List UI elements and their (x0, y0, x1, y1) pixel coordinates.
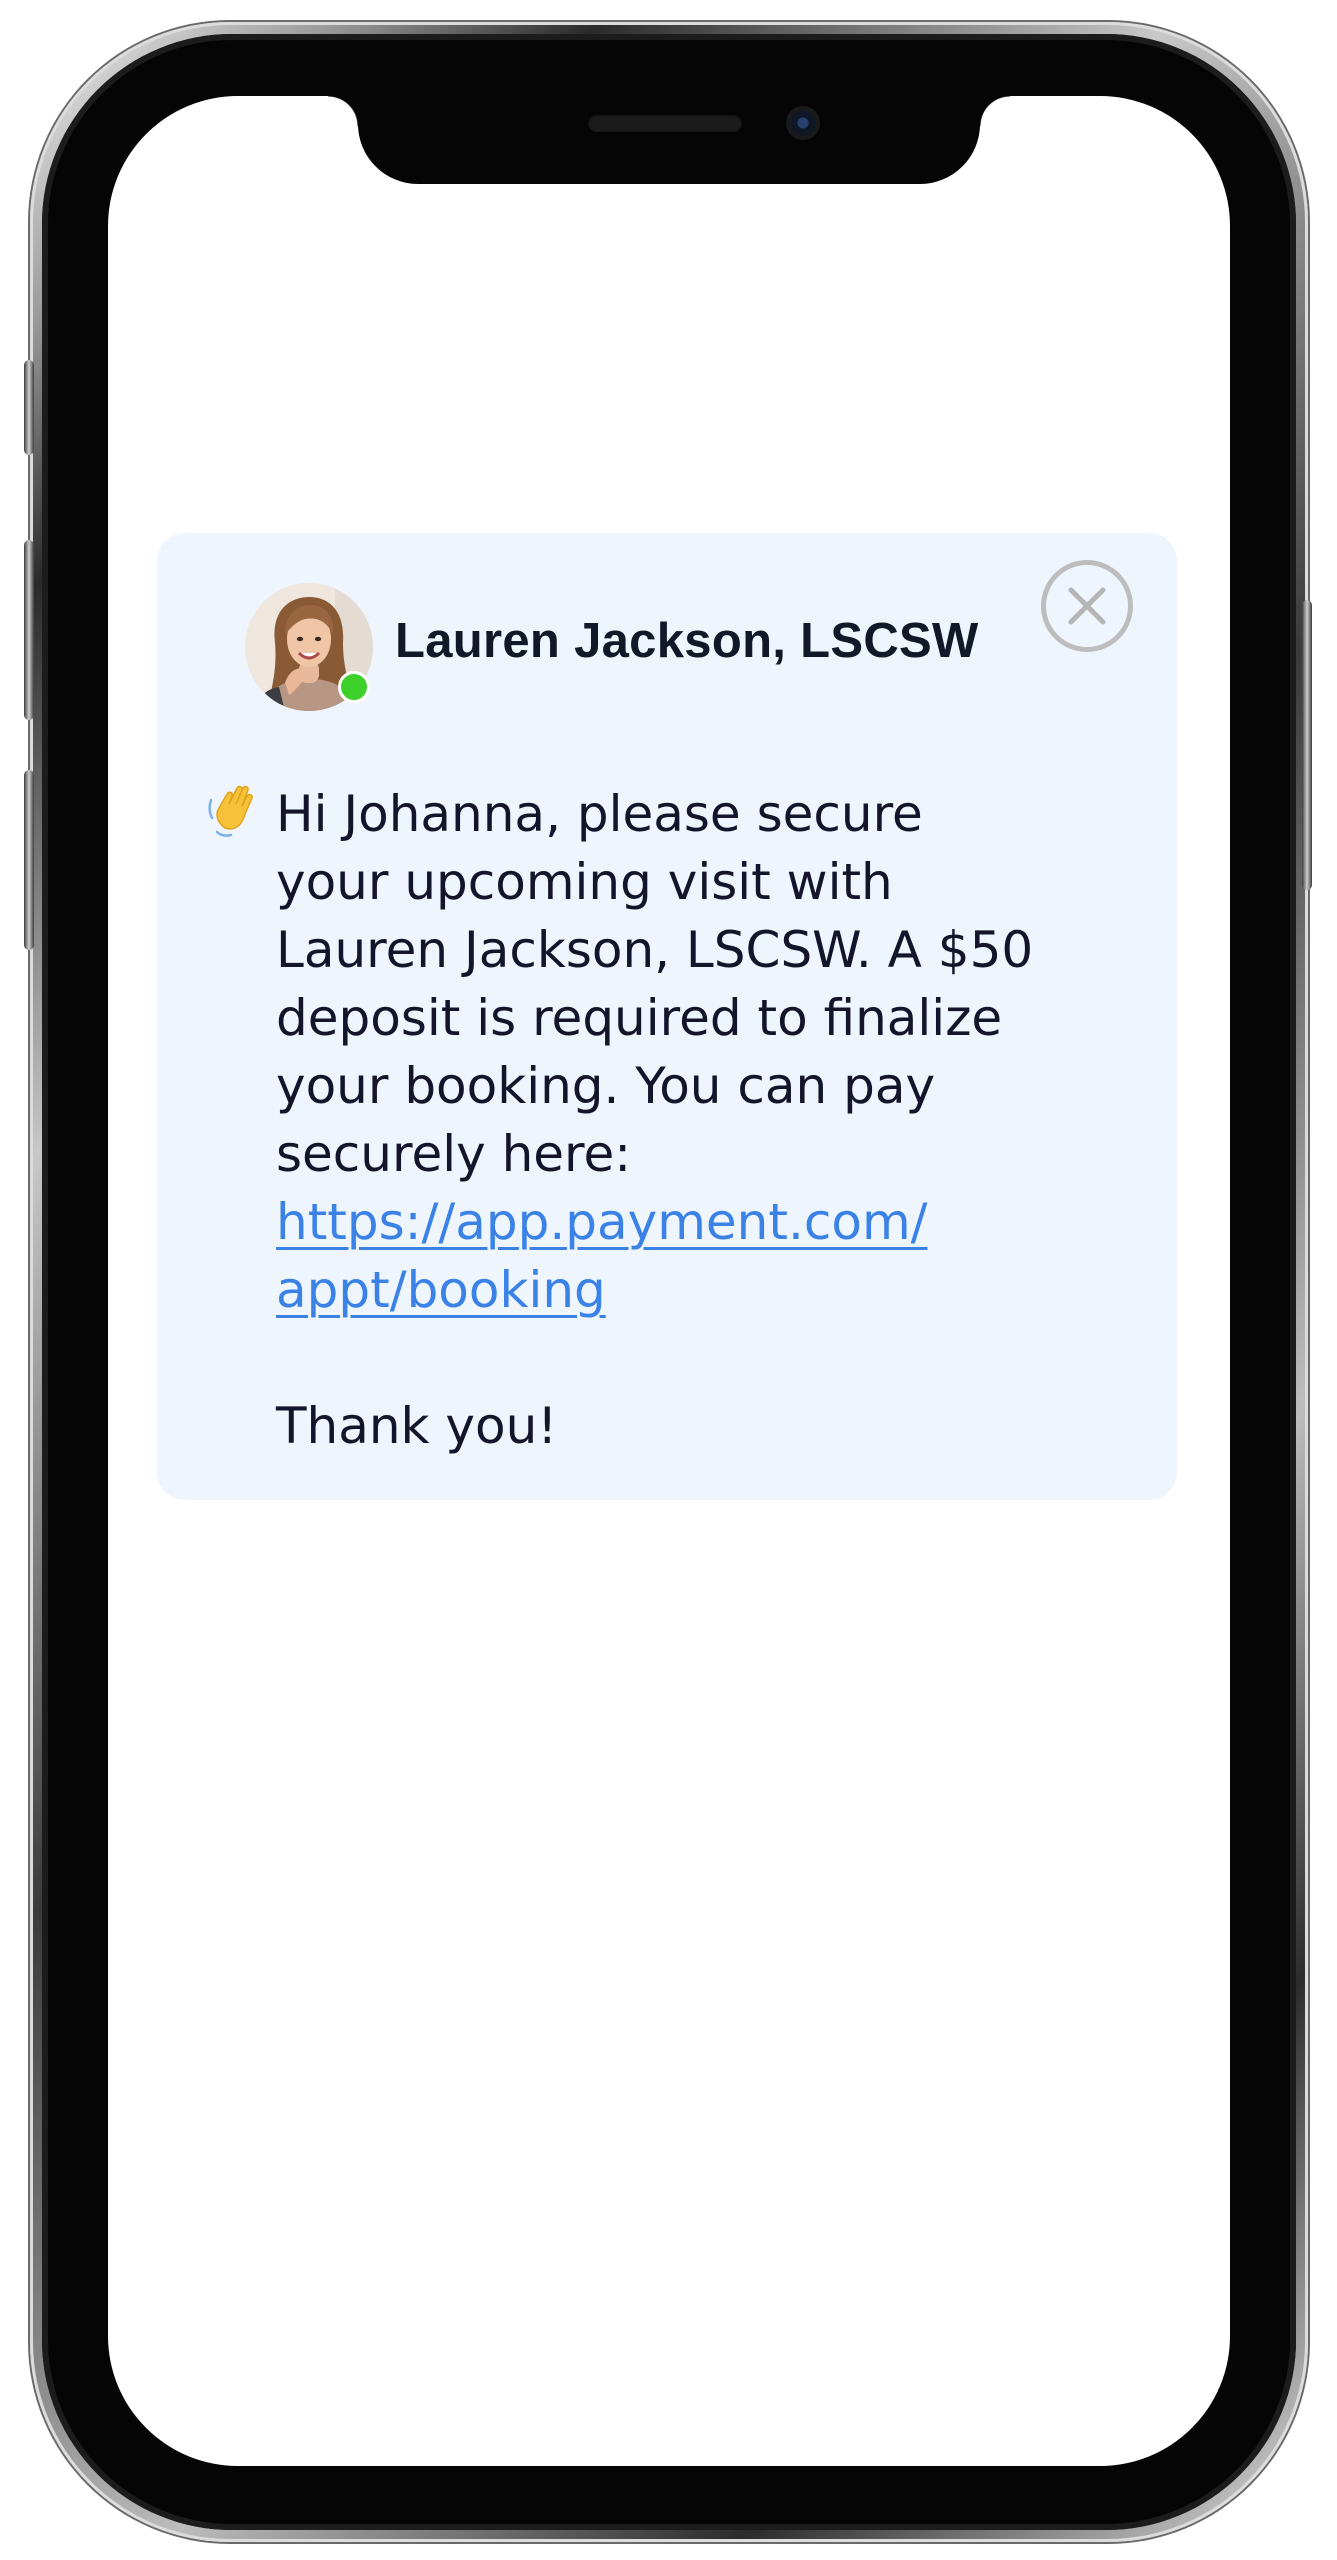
power-button (1302, 600, 1312, 890)
front-camera (786, 106, 820, 140)
sender-name: Lauren Jackson, LSCSW (395, 614, 979, 668)
phone-notch (328, 96, 1010, 184)
waving-hand-icon (208, 785, 253, 837)
volume-up-button (24, 540, 34, 720)
close-icon (1068, 587, 1106, 625)
close-button[interactable] (1041, 560, 1133, 652)
message-line: Hi Johanna, please secure (276, 785, 923, 843)
payment-link[interactable]: https://app.payment.com/ (276, 1193, 928, 1251)
message-closing: Thank you! (276, 1397, 558, 1455)
message-line: Lauren Jackson, LSCSW. A $50 (276, 921, 1034, 979)
message-line: securely here: (276, 1125, 632, 1183)
volume-down-button (24, 770, 34, 950)
message-line: your booking. You can pay (276, 1057, 936, 1115)
ringer-switch (24, 360, 34, 455)
payment-link-continued[interactable]: appt/booking (276, 1261, 606, 1319)
device-mockup: Lauren Jackson, LSCSW Hi Johanna, please… (0, 0, 1337, 2560)
message-line: deposit is required to finalize (276, 989, 1003, 1047)
message-body: Hi Johanna, please secure your upcoming … (276, 780, 1156, 1460)
earpiece-speaker (588, 114, 742, 132)
online-status-indicator (338, 671, 370, 703)
message-notification-card[interactable]: Lauren Jackson, LSCSW Hi Johanna, please… (157, 533, 1177, 1500)
message-line: your upcoming visit with (276, 853, 893, 911)
